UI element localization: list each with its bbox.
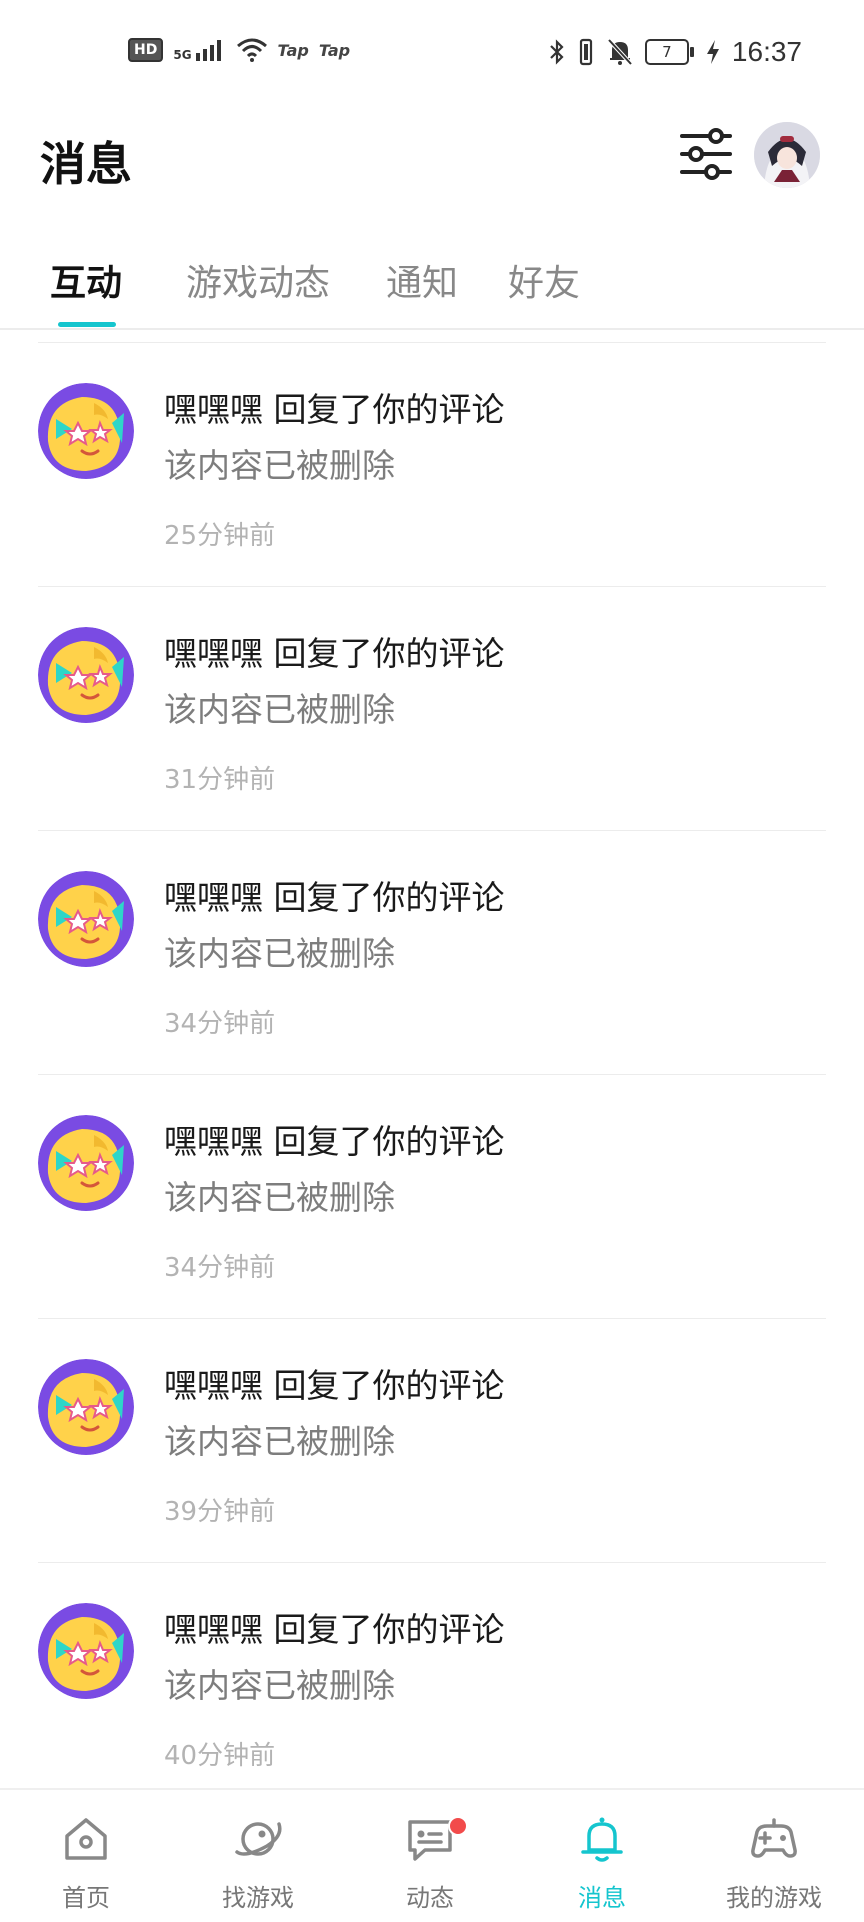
message-title: 嘿嘿嘿 回复了你的评论 [164,634,505,673]
message-body: 该内容已被删除 [164,1422,395,1461]
battery-level: 7 [644,39,689,65]
gamepad-icon [751,1818,797,1858]
message-time: 25分钟前 [164,521,276,551]
chat-feed-icon [408,1820,452,1861]
nav-messages[interactable]: 消息 [516,1790,688,1922]
message-time: 39分钟前 [164,1497,276,1527]
battery-icon: 7 [644,39,694,65]
vibrate-icon [579,38,593,66]
message-title: 嘿嘿嘿 回复了你的评论 [164,1610,505,1649]
active-tab-indicator [58,322,116,327]
nav-home[interactable]: 首页 [0,1790,172,1922]
status-time: 16:37 [731,36,802,67]
tab-game-updates[interactable]: 游戏动态 [186,254,330,306]
bell-icon [581,1817,623,1862]
user-avatar[interactable] [754,122,820,188]
page-title: 消息 [40,137,132,191]
sender-avatar[interactable] [38,1603,134,1699]
message-title: 嘿嘿嘿 回复了你的评论 [164,1122,505,1161]
message-time: 34分钟前 [164,1253,276,1283]
sender-avatar[interactable] [38,627,134,723]
tab-friends[interactable]: 好友 [508,254,580,306]
tabs-divider [0,328,864,330]
tab-bar: 互动 游戏动态 通知 好友 [0,240,864,330]
bluetooth-icon [550,39,564,65]
message-time: 31分钟前 [164,765,276,795]
planet-icon [235,1822,282,1856]
message-body: 该内容已被删除 [164,1178,395,1217]
message-title: 嘿嘿嘿 回复了你的评论 [164,878,505,917]
message-title: 嘿嘿嘿 回复了你的评论 [164,390,505,429]
taptap-notification-icon: Tap [318,40,351,60]
message-item[interactable]: 嘿嘿嘿 回复了你的评论 该内容已被删除 25分钟前 [0,343,864,587]
message-body: 该内容已被删除 [164,1666,395,1705]
sender-avatar[interactable] [38,871,134,967]
unread-dot-badge [448,1816,468,1836]
nav-discover-games[interactable]: 找游戏 [172,1790,344,1922]
message-title: 嘿嘿嘿 回复了你的评论 [164,1366,505,1405]
status-right-icons: 7 16:37 [549,36,802,68]
nav-label: 我的游戏 [726,1884,822,1912]
hd-badge: HD [128,38,164,62]
message-item[interactable]: 嘿嘿嘿 回复了你的评论 该内容已被删除 34分钟前 [0,1075,864,1319]
message-item[interactable]: 嘿嘿嘿 回复了你的评论 该内容已被删除 34分钟前 [0,831,864,1075]
cell-signal-icon: 5G [173,39,225,61]
message-item[interactable]: 嘿嘿嘿 回复了你的评论 该内容已被删除 31分钟前 [0,587,864,831]
filter-button[interactable] [678,128,734,180]
nav-label: 首页 [62,1884,110,1912]
message-body: 该内容已被删除 [164,446,395,485]
message-time: 40分钟前 [164,1741,276,1771]
sender-avatar[interactable] [38,383,134,479]
taptap-notification-icon: Tap [277,40,309,60]
network-type-label: 5G [173,48,192,62]
nav-label: 找游戏 [222,1884,294,1912]
message-list: 嘿嘿嘿 回复了你的评论 该内容已被删除 25分钟前 嘿嘿嘿 回复了你的评论 该内… [0,343,864,1807]
message-body: 该内容已被删除 [164,934,395,973]
nav-label: 动态 [406,1884,454,1912]
status-bar: HD 5G Tap Tap 7 16:37 [0,0,864,110]
bottom-nav: 首页 找游戏 动态 消息 我的游戏 [0,1788,864,1922]
message-time: 34分钟前 [164,1009,276,1039]
charging-icon [706,40,719,64]
status-left-icons: HD 5G Tap Tap [128,38,350,62]
sender-avatar[interactable] [38,1359,134,1455]
nav-label: 消息 [578,1884,626,1912]
nav-my-games[interactable]: 我的游戏 [688,1790,860,1922]
tab-interaction[interactable]: 互动 [50,254,122,306]
nav-feed[interactable]: 动态 [344,1790,516,1922]
message-body: 该内容已被删除 [164,690,395,729]
sender-avatar[interactable] [38,1115,134,1211]
home-icon [65,1818,107,1860]
filter-sliders-icon [680,128,732,180]
tab-notifications[interactable]: 通知 [386,254,458,306]
wifi-icon [236,38,267,62]
mute-bell-icon [607,38,633,66]
message-item[interactable]: 嘿嘿嘿 回复了你的评论 该内容已被删除 39分钟前 [0,1319,864,1563]
message-item[interactable]: 嘿嘿嘿 回复了你的评论 该内容已被删除 40分钟前 [0,1563,864,1807]
